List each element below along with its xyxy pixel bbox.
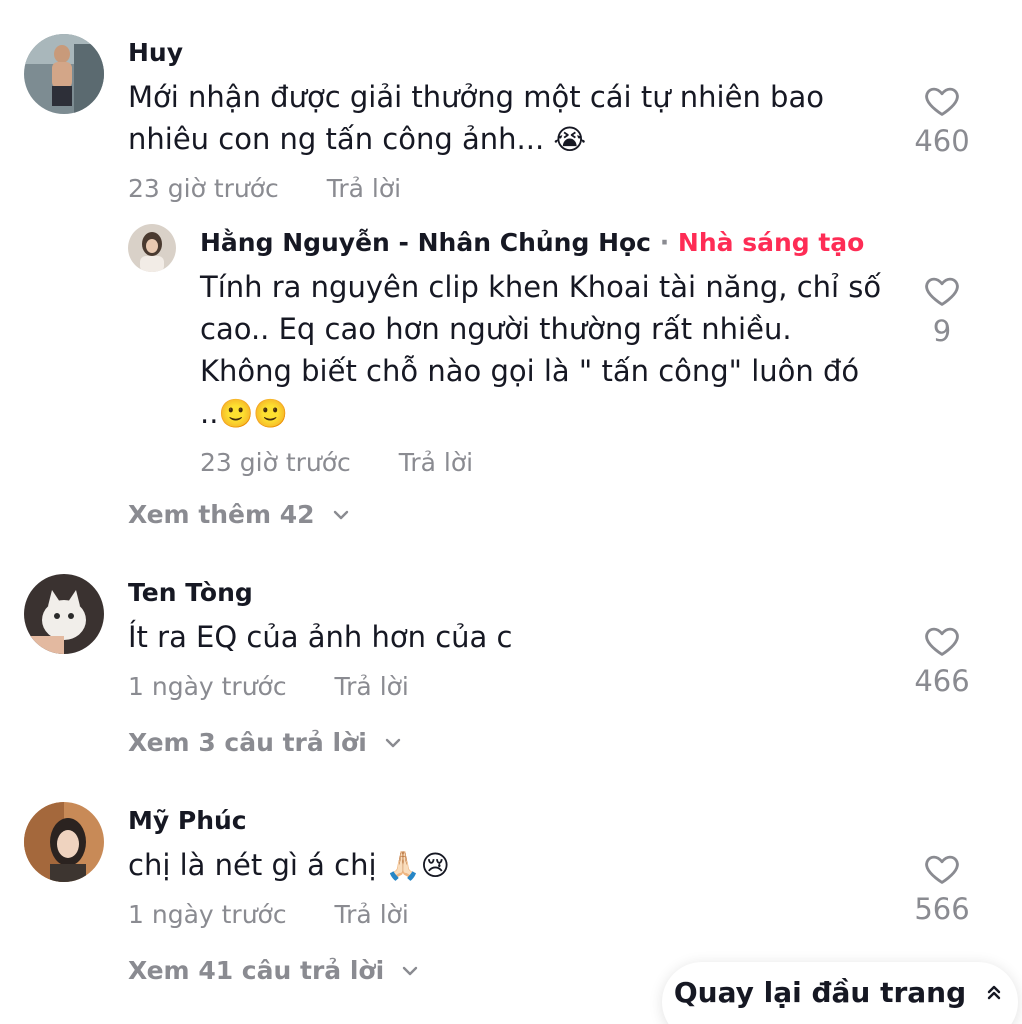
comment-username[interactable]: Mỹ Phúc xyxy=(128,806,247,835)
view-more-replies-button[interactable]: Xem thêm 42 xyxy=(128,500,353,529)
view-more-label: Xem thêm 42 xyxy=(128,500,315,529)
comment-text-line: nhiêu con ng tấn công ảnh... xyxy=(128,122,545,156)
double-chevron-up-icon xyxy=(987,985,1001,1000)
reply-time: 23 giờ trước xyxy=(200,448,351,477)
chevron-down-icon xyxy=(402,966,418,975)
like-count: 9 xyxy=(932,314,952,348)
reply-text-line: cao.. Eq cao hơn người thường rất nhiều. xyxy=(200,312,792,346)
reply-text-line: Tính ra nguyên clip khen Khoai tài năng,… xyxy=(200,270,882,304)
view-more-label: Xem 3 câu trả lời xyxy=(128,728,367,757)
comment-time: 23 giờ trước xyxy=(128,174,279,203)
like-button[interactable]: 566 xyxy=(902,850,982,926)
separator-dot: · xyxy=(651,228,678,257)
comment-meta: 1 ngày trước Trả lời xyxy=(128,900,409,929)
reply-meta: 23 giờ trước Trả lời xyxy=(200,448,473,477)
view-more-replies-button[interactable]: Xem 41 câu trả lời xyxy=(128,956,422,985)
comment-text-line: Mới nhận được giải thưởng một cái tự nhi… xyxy=(128,80,824,114)
comment-username[interactable]: Ten Tòng xyxy=(128,578,253,607)
view-more-label: Xem 41 câu trả lời xyxy=(128,956,385,985)
avatar[interactable] xyxy=(24,802,104,882)
back-to-top-label: Quay lại đầu trang xyxy=(673,975,967,1009)
smile-emoji: 🙂🙂 xyxy=(218,397,289,430)
view-more-replies-button[interactable]: Xem 3 câu trả lời xyxy=(128,728,405,757)
reply-button[interactable]: Trả lời xyxy=(399,448,473,477)
comment-time: 1 ngày trước xyxy=(128,672,287,701)
avatar[interactable] xyxy=(128,224,176,272)
avatar[interactable] xyxy=(24,574,104,654)
reply-text-line: .. xyxy=(200,396,219,430)
reply-text: Tính ra nguyên clip khen Khoai tài năng,… xyxy=(200,266,900,435)
heart-icon xyxy=(925,87,959,116)
pray-tear-emoji: 🙏🏻😢 xyxy=(385,849,450,882)
crying-emoji: 😭 xyxy=(553,123,587,156)
reply-username[interactable]: Hằng Nguyễn - Nhân Chủng Học xyxy=(200,228,651,257)
reply-username-row: Hằng Nguyễn - Nhân Chủng Học · Nhà sáng … xyxy=(200,228,864,257)
heart-icon xyxy=(925,627,959,656)
back-to-top-button[interactable]: Quay lại đầu trang xyxy=(662,962,1018,1024)
comment-meta: 1 ngày trước Trả lời xyxy=(128,672,409,701)
chevron-down-icon xyxy=(385,738,400,747)
comment-text-line: chị là nét gì á chị xyxy=(128,848,377,882)
avatar[interactable] xyxy=(24,34,104,114)
like-count: 460 xyxy=(914,124,970,158)
reply-button[interactable]: Trả lời xyxy=(335,672,409,701)
comment-time: 1 ngày trước xyxy=(128,900,287,929)
reply-text-line: Không biết chỗ nào gọi là " tấn công" lu… xyxy=(200,354,860,388)
like-count: 566 xyxy=(914,892,970,926)
comment-text: chị là nét gì á chị 🙏🏻😢 xyxy=(128,844,888,887)
like-button[interactable]: 9 xyxy=(902,272,982,348)
creator-badge: Nhà sáng tạo xyxy=(677,228,865,257)
heart-icon xyxy=(925,277,959,306)
comment-text: Mới nhận được giải thưởng một cái tự nhi… xyxy=(128,76,888,161)
heart-icon xyxy=(925,855,959,884)
reply-button[interactable]: Trả lời xyxy=(327,174,401,203)
like-button[interactable]: 460 xyxy=(902,82,982,158)
comment-username[interactable]: Huy xyxy=(128,38,183,67)
reply-button[interactable]: Trả lời xyxy=(335,900,409,929)
like-button[interactable]: 466 xyxy=(902,622,982,698)
like-count: 466 xyxy=(914,664,970,698)
comment-meta: 23 giờ trước Trả lời xyxy=(128,174,401,203)
comment-text: Ít ra EQ của ảnh hơn của c xyxy=(128,620,513,654)
chevron-down-icon xyxy=(333,510,348,519)
